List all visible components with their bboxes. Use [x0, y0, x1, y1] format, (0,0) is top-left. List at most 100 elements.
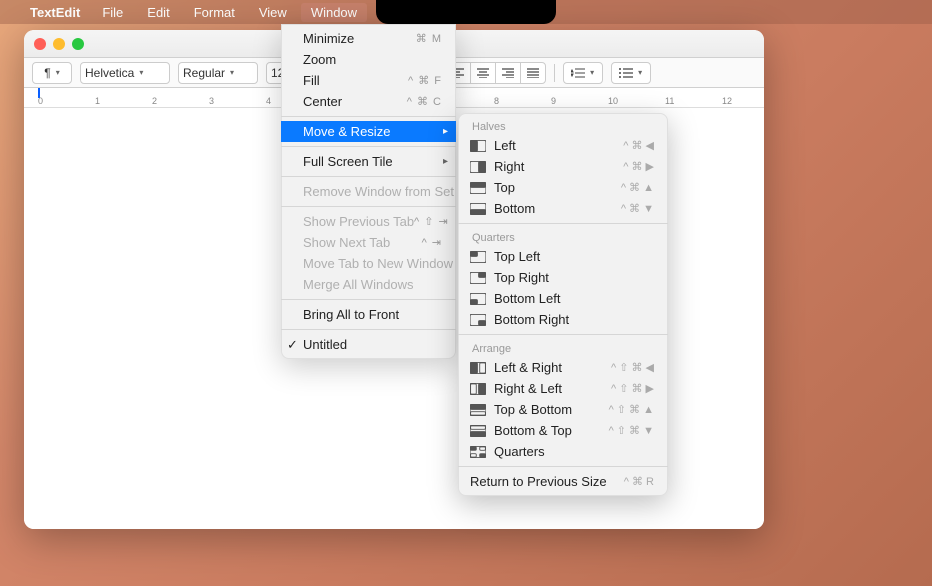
submenu-item-left[interactable]: Left ^ ⌘ ◀ [458, 135, 668, 156]
menu-item-label: Remove Window from Set [303, 184, 454, 199]
checkmark-icon: ✓ [287, 337, 298, 353]
submenu-item-label: Return to Previous Size [470, 474, 616, 489]
ruler-tick: 8 [494, 96, 499, 106]
menu-separator [458, 466, 668, 467]
ruler-tick: 0 [38, 96, 43, 106]
ruler-tick: 10 [608, 96, 618, 106]
submenu-item-top-bottom[interactable]: Top & Bottom^ ⇧ ⌘ ▲ [458, 399, 668, 420]
submenu-item-top[interactable]: Top ^ ⌘ ▲ [458, 177, 668, 198]
submenu-item-bottom-right[interactable]: Bottom Right [458, 309, 668, 330]
submenu-item-label: Quarters [494, 444, 654, 459]
submenu-item-label: Left & Right [494, 360, 603, 375]
arr-rl-icon [470, 383, 486, 395]
menu-item-minimize[interactable]: Minimize⌘ M [281, 28, 456, 49]
submenu-item-top-right[interactable]: Top Right [458, 267, 668, 288]
menu-window[interactable]: Window [301, 3, 367, 22]
app-name[interactable]: TextEdit [22, 5, 88, 20]
align-justify-button[interactable] [521, 63, 545, 83]
submenu-shortcut: ^ ⌘ R [624, 475, 654, 488]
submenu-shortcut: ^ ⌘ ▶ [623, 160, 654, 173]
menu-item-label: Untitled [303, 337, 347, 352]
submenu-item-label: Right [494, 159, 615, 174]
font-family-value: Helvetica [85, 66, 134, 80]
menu-item-remove-window-from-set: Remove Window from Set [281, 181, 456, 202]
menu-item-label: Zoom [303, 52, 336, 67]
font-family-popup[interactable]: Helvetica▾ [80, 62, 170, 84]
menu-shortcut: ^ ⌘ C [407, 95, 442, 108]
arr-quarters-icon [470, 446, 486, 458]
menu-item-label: Move & Resize [303, 124, 390, 139]
submenu-item-left-right[interactable]: Left & Right ^ ⇧ ⌘ ◀ [458, 357, 668, 378]
minimize-button[interactable] [53, 38, 65, 50]
submenu-item-label: Top Left [494, 249, 654, 264]
submenu-item-label: Left [494, 138, 615, 153]
menu-separator [281, 206, 456, 207]
submenu-item-label: Bottom Left [494, 291, 654, 306]
menu-item-center[interactable]: Center^ ⌘ C [281, 91, 456, 112]
menu-separator [458, 334, 668, 335]
ruler-tick: 2 [152, 96, 157, 106]
submenu-item-right[interactable]: Right ^ ⌘ ▶ [458, 156, 668, 177]
menu-item-label: Fill [303, 73, 320, 88]
move-resize-submenu: Halves Left ^ ⌘ ◀ Right ^ ⌘ ▶ Top ^ ⌘ ▲ Bottom ^… [458, 113, 668, 496]
submenu-item-label: Bottom & Top [494, 423, 601, 438]
menu-separator [281, 116, 456, 117]
ruler-tick: 3 [209, 96, 214, 106]
submenu-shortcut: ^ ⌘ ▼ [621, 202, 654, 215]
submenu-item-right-left[interactable]: Right & Left^ ⇧ ⌘ ▶ [458, 378, 668, 399]
submenu-item-top-left[interactable]: Top Left [458, 246, 668, 267]
half-right-icon [470, 161, 486, 173]
menu-item-untitled[interactable]: ✓ Untitled [281, 334, 456, 355]
ruler-tick: 1 [95, 96, 100, 106]
font-style-popup[interactable]: Regular▾ [178, 62, 258, 84]
q-bl-icon [470, 293, 486, 305]
menu-file[interactable]: File [92, 3, 133, 22]
ruler-tick: 4 [266, 96, 271, 106]
menu-format[interactable]: Format [184, 3, 245, 22]
menu-view[interactable]: View [249, 3, 297, 22]
submenu-item-bottom[interactable]: Bottom ^ ⌘ ▼ [458, 198, 668, 219]
menu-edit[interactable]: Edit [137, 3, 179, 22]
menu-item-move-resize[interactable]: Move & Resize▸ [281, 121, 456, 142]
half-left-icon [470, 140, 486, 152]
window-menu-dropdown: Minimize⌘ M Zoom Fill^ ⌘ FCenter^ ⌘ C Move … [281, 24, 456, 359]
submenu-arrow-icon: ▸ [443, 156, 448, 167]
menu-item-show-next-tab: Show Next Tab^ ⇥ [281, 232, 456, 253]
submenu-shortcut: ^ ⇧ ⌘ ▲ [609, 403, 654, 416]
menu-item-zoom[interactable]: Zoom [281, 49, 456, 70]
menu-item-fill[interactable]: Fill^ ⌘ F [281, 70, 456, 91]
zoom-button[interactable] [72, 38, 84, 50]
submenu-item-quarters[interactable]: Quarters [458, 441, 668, 462]
align-right-button[interactable] [496, 63, 521, 83]
submenu-section-header: Quarters [458, 228, 668, 246]
submenu-shortcut: ^ ⇧ ⌘ ▶ [611, 382, 654, 395]
menu-separator [281, 146, 456, 147]
submenu-item-label: Top [494, 180, 613, 195]
arr-bt-icon [470, 425, 486, 437]
ruler-tick: 11 [665, 96, 674, 106]
submenu-item-bottom-top[interactable]: Bottom & Top ^ ⇧ ⌘ ▼ [458, 420, 668, 441]
align-center-button[interactable] [471, 63, 496, 83]
menu-item-bring-all-to-front[interactable]: Bring All to Front [281, 304, 456, 325]
submenu-shortcut: ^ ⌘ ▲ [621, 181, 654, 194]
submenu-shortcut: ^ ⇧ ⌘ ▼ [609, 424, 654, 437]
device-notch [376, 0, 556, 24]
submenu-shortcut: ^ ⇧ ⌘ ◀ [611, 361, 654, 374]
submenu-item-bottom-left[interactable]: Bottom Left [458, 288, 668, 309]
ruler-tick: 12 [722, 96, 732, 106]
menu-item-label: Merge All Windows [303, 277, 414, 292]
menu-shortcut: ^ ⇥ [422, 236, 442, 249]
submenu-item-return-previous-size[interactable]: Return to Previous Size ^ ⌘ R [458, 471, 668, 492]
submenu-shortcut: ^ ⌘ ◀ [623, 139, 654, 152]
menu-item-label: Full Screen Tile [303, 154, 393, 169]
menu-item-full-screen-tile[interactable]: Full Screen Tile ▸ [281, 151, 456, 172]
menu-item-merge-all-windows: Merge All Windows [281, 274, 456, 295]
close-button[interactable] [34, 38, 46, 50]
menu-item-label: Minimize [303, 31, 354, 46]
paragraph-style-popup[interactable]: ¶▾ [32, 62, 72, 84]
line-spacing-popup[interactable]: ▾ [563, 62, 603, 84]
submenu-item-label: Bottom [494, 201, 613, 216]
submenu-section-header: Halves [458, 117, 668, 135]
list-style-popup[interactable]: ▾ [611, 62, 651, 84]
menu-separator [281, 329, 456, 330]
